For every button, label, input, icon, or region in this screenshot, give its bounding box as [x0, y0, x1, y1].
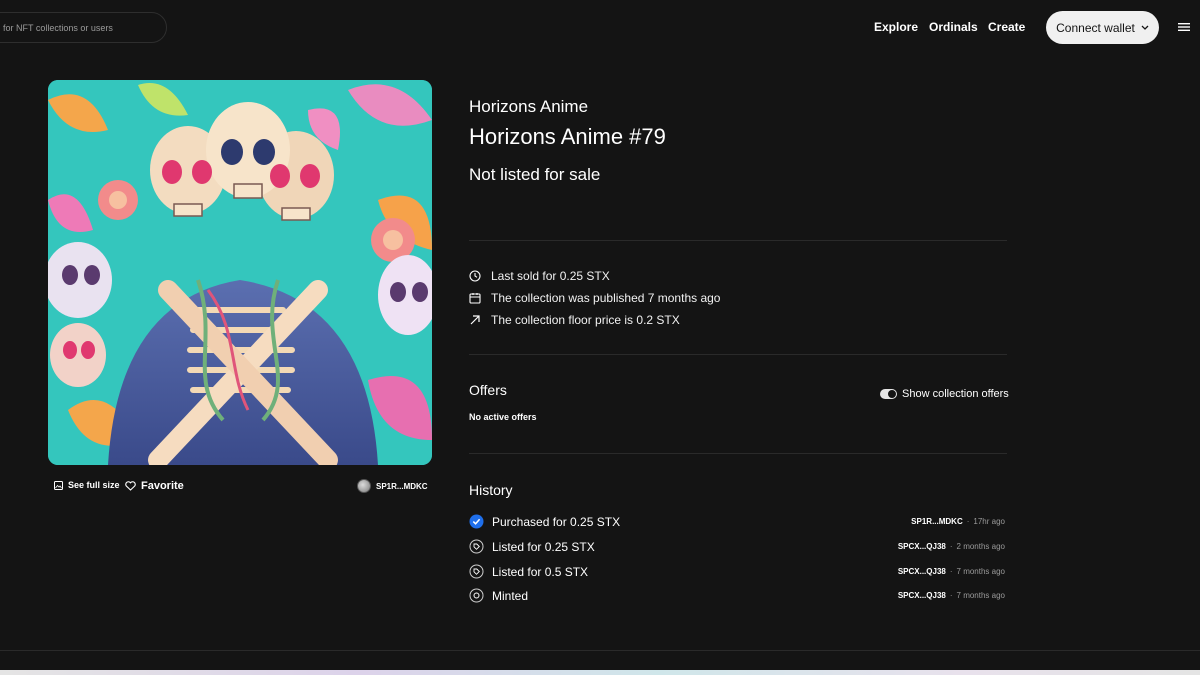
history-time: 7 months ago — [956, 591, 1005, 600]
history-row: Listed for 0.25 STX SPCX...QJ38 · 2 mont… — [469, 539, 1007, 557]
owner-address: SP1R...MDKC — [376, 481, 428, 491]
see-full-size-button[interactable]: See full size — [54, 480, 120, 490]
fact-text: The collection floor price is 0.2 STX — [491, 313, 680, 327]
divider — [469, 453, 1007, 454]
history-title: History — [469, 482, 513, 498]
collection-name[interactable]: Horizons Anime — [469, 97, 588, 117]
history-time: 2 months ago — [956, 542, 1005, 551]
search-input[interactable] — [3, 13, 163, 42]
show-collection-offers-toggle[interactable]: Show collection offers — [880, 388, 1009, 400]
no-offers-text: No active offers — [469, 412, 537, 422]
footer-strip — [0, 670, 1200, 675]
nav-create[interactable]: Create — [988, 20, 1025, 34]
nft-image[interactable] — [48, 80, 432, 465]
toggle-label: Show collection offers — [902, 388, 1009, 400]
history-address[interactable]: SPCX...QJ38 — [898, 567, 946, 576]
history-label: Listed for 0.5 STX — [492, 564, 589, 579]
fact-text: Last sold for 0.25 STX — [491, 269, 610, 283]
nav-explore[interactable]: Explore — [874, 20, 918, 34]
tag-icon — [469, 539, 484, 554]
divider — [469, 354, 1007, 355]
chevron-down-icon — [1141, 25, 1149, 30]
tag-icon — [469, 564, 484, 579]
separator: · — [949, 591, 953, 600]
sale-status: Not listed for sale — [469, 165, 601, 184]
history-row: Minted SPCX...QJ38 · 7 months ago — [469, 588, 1007, 606]
calendar-icon — [469, 293, 481, 304]
history-address[interactable]: SPCX...QJ38 — [898, 591, 946, 600]
history-time: 17hr ago — [973, 517, 1005, 526]
avatar — [357, 479, 371, 493]
history-row: Listed for 0.5 STX SPCX...QJ38 · 7 month… — [469, 564, 1007, 582]
divider — [469, 240, 1007, 241]
fact-floor-price: The collection floor price is 0.2 STX — [469, 313, 680, 327]
nav-ordinals[interactable]: Ordinals — [929, 20, 978, 34]
history-row: Purchased for 0.25 STX SP1R...MDKC · 17h… — [469, 514, 1007, 532]
offers-title: Offers — [469, 382, 507, 398]
clock-icon — [469, 270, 481, 282]
connect-wallet-button[interactable]: Connect wallet — [1046, 11, 1159, 44]
fact-last-sold: Last sold for 0.25 STX — [469, 269, 610, 283]
history-label: Purchased for 0.25 STX — [492, 514, 621, 529]
history-time: 7 months ago — [956, 567, 1005, 576]
history-label: Minted — [492, 588, 529, 603]
favorite-label: Favorite — [141, 480, 184, 492]
heart-icon — [125, 481, 136, 491]
mint-icon — [469, 588, 484, 603]
footer-divider — [0, 650, 1200, 651]
history-address[interactable]: SP1R...MDKC — [911, 517, 963, 526]
separator: · — [949, 567, 953, 576]
separator: · — [949, 542, 953, 551]
separator: · — [966, 517, 970, 526]
connect-wallet-label: Connect wallet — [1056, 20, 1135, 35]
fact-text: The collection was published 7 months ag… — [491, 291, 721, 305]
fact-published: The collection was published 7 months ag… — [469, 291, 720, 305]
history-label: Listed for 0.25 STX — [492, 539, 595, 554]
top-bar: Explore Ordinals Create Connect wallet — [0, 0, 1200, 56]
image-icon — [54, 480, 63, 490]
arrow-up-right-icon — [470, 315, 480, 325]
toggle-switch[interactable] — [880, 389, 897, 399]
history-address[interactable]: SPCX...QJ38 — [898, 542, 946, 551]
hamburger-menu-icon[interactable] — [1178, 21, 1190, 33]
search-box[interactable] — [0, 12, 167, 43]
see-full-size-label: See full size — [68, 480, 120, 490]
check-badge-icon — [469, 514, 484, 529]
owner-link[interactable]: SP1R...MDKC — [357, 479, 428, 493]
favorite-button[interactable]: Favorite — [125, 480, 184, 492]
page-title: Horizons Anime #79 — [469, 124, 666, 149]
